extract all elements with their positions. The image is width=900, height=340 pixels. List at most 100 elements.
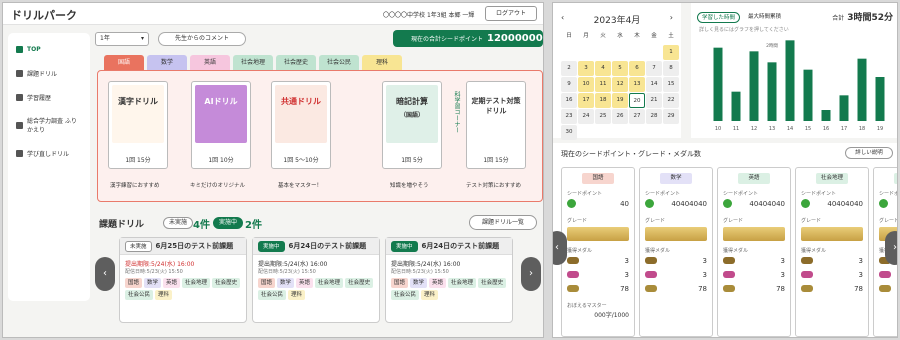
calendar-day[interactable]: 20 (629, 93, 645, 108)
calendar-day[interactable]: 7 (646, 61, 662, 76)
seed-icon (879, 199, 888, 208)
next-arrow-icon[interactable]: › (885, 231, 897, 265)
sidebar-item-relearn[interactable]: 学び直しドリル (8, 141, 90, 165)
tab-eigo[interactable]: 英語 (190, 55, 230, 70)
calendar-day[interactable]: 8 (663, 61, 679, 76)
calendar-day[interactable]: 4 (595, 61, 611, 76)
calendar-month: 2023年4月 (593, 16, 641, 26)
calendar-day[interactable]: 17 (578, 93, 594, 108)
logout-button[interactable]: ログアウト (485, 6, 537, 21)
chart-bar[interactable] (839, 95, 849, 121)
calendar-day[interactable]: 3 (578, 61, 594, 76)
calendar-day[interactable]: 18 (595, 93, 611, 108)
chart-tick-label: 15 (805, 126, 811, 132)
calendar-day[interactable]: 2 (561, 61, 577, 76)
medal-count: 3 (796, 254, 868, 268)
sidebar-item-history[interactable]: 学習履歴 (8, 85, 90, 109)
history-icon (16, 93, 23, 101)
tab-rika[interactable]: 理科 (362, 55, 402, 70)
chart-tick-label: 19 (877, 126, 883, 132)
tab-komin[interactable]: 社会公民 (319, 55, 359, 70)
teacher-comment-button[interactable]: 先生からのコメント (158, 32, 246, 46)
chart-bar[interactable] (803, 69, 813, 121)
calendar-day[interactable]: 5 (612, 61, 628, 76)
more-info-button[interactable]: 詳しい説明 (845, 147, 893, 159)
weekday-label: 火 (600, 33, 606, 39)
calendar-day[interactable]: 12 (612, 77, 628, 92)
tab-chiri[interactable]: 社会地理 (233, 55, 273, 70)
next-arrow-icon[interactable]: › (521, 257, 541, 291)
grade-label: グレード (801, 218, 822, 224)
calendar-day[interactable]: 1 (663, 45, 679, 60)
calendar-day[interactable]: 27 (629, 109, 645, 124)
kadai-card[interactable]: 未実施 6月25日のテスト前課題 提出期限:5/24(水) 16:00 配信日時:… (119, 237, 247, 323)
chart-tick-label: 13 (769, 126, 775, 132)
seed-label: シードポイント (567, 191, 603, 197)
medal-icon (723, 271, 735, 278)
seed-value: 40404040 (718, 197, 790, 211)
medal-panel: 現在のシードポイント・グレード・メダル数 詳しい説明 国語 シードポイント 40… (553, 143, 897, 337)
seed-label: シードポイント (723, 191, 759, 197)
calendar-day[interactable]: 25 (595, 109, 611, 124)
calendar-day[interactable]: 6 (629, 61, 645, 76)
medal-icon (801, 285, 813, 292)
sidebar-item-review[interactable]: 総合学力調査 ふりかえり (8, 109, 90, 141)
study-time-chart[interactable]: 10 11 12 13 14 15 16 17 18 19 2時間 (691, 3, 898, 138)
calendar-day[interactable]: 13 (629, 77, 645, 92)
study-time-panel: 学習した時間 最大時間累積 合計 3時間52分 詳しく見るにはグラフを押してくださ… (691, 3, 898, 138)
drill-card-kanji[interactable]: 漢字ドリル 1回 15分 (108, 81, 168, 169)
chart-bar[interactable] (731, 91, 741, 121)
calendar-day[interactable]: 11 (595, 77, 611, 92)
seed-icon (723, 199, 732, 208)
sidebar-item-top[interactable]: TOP (8, 37, 90, 61)
tab-kokugo[interactable]: 国語 (104, 55, 144, 70)
calendar-day[interactable]: 19 (612, 93, 628, 108)
medal-count (874, 268, 897, 282)
calendar-day[interactable]: 22 (663, 93, 679, 108)
prev-arrow-icon[interactable]: ‹ (553, 231, 567, 265)
medal-count: 78 (718, 282, 790, 296)
subject-badge: 社会地理 (816, 173, 848, 184)
calendar-day (646, 45, 662, 60)
sidebar-item-kadai[interactable]: 課題ドリル (8, 61, 90, 85)
weekday-label: 土 (668, 33, 674, 39)
tab-sugaku[interactable]: 数学 (147, 55, 187, 70)
prev-month-icon[interactable]: ‹ (561, 13, 564, 22)
chart-bar[interactable] (821, 110, 831, 121)
calendar-day[interactable]: 9 (561, 77, 577, 92)
chart-bar[interactable] (713, 47, 723, 121)
calendar-day[interactable]: 21 (646, 93, 662, 108)
kadai-list-button[interactable]: 課題ドリル一覧 (469, 215, 537, 230)
drill-card-teiki[interactable]: 定期テスト対策ドリル 1回 15分 (466, 81, 526, 169)
master-label: おぼえるマスター (567, 303, 607, 309)
chart-bar[interactable] (749, 51, 759, 122)
calendar-day[interactable]: 24 (578, 109, 594, 124)
next-month-icon[interactable]: › (670, 13, 673, 22)
calendar-day[interactable]: 30 (561, 125, 577, 140)
seed-points-banner[interactable]: 現在の合計シードポイント 12000000 (393, 30, 543, 47)
calendar-day[interactable]: 14 (646, 77, 662, 92)
calendar-day[interactable]: 26 (612, 109, 628, 124)
chart-bar[interactable] (767, 62, 777, 121)
kadai-card[interactable]: 実施中 6月24日のテスト前課題 提出期限:5/24(水) 16:00 配信日時:… (252, 237, 380, 323)
calendar-day[interactable]: 23 (561, 109, 577, 124)
chart-bar[interactable] (857, 58, 867, 121)
calendar-day[interactable]: 10 (578, 77, 594, 92)
calendar-day[interactable]: 29 (663, 109, 679, 124)
calendar-day[interactable]: 16 (561, 93, 577, 108)
drill-card-anki[interactable]: 暗記計算 （国語） 1回 5分 (382, 81, 442, 169)
calendar-day[interactable]: 15 (663, 77, 679, 92)
calendar-day[interactable]: 28 (646, 109, 662, 124)
grade-select[interactable]: 1年 ▾ (95, 32, 149, 46)
chart-bar[interactable] (875, 77, 885, 121)
prev-arrow-icon[interactable]: ‹ (95, 257, 115, 291)
chart-bar[interactable] (785, 40, 795, 122)
grade-plate (801, 227, 863, 241)
drill-card-ai[interactable]: AIドリル 1回 10分 (191, 81, 251, 169)
medal-icon (801, 257, 813, 264)
kadai-card[interactable]: 実施中 6月24日のテスト前課題 提出期限:5/24(水) 16:00 配信日時:… (385, 237, 513, 323)
calendar-day (629, 45, 645, 60)
drill-caption: 漢字練習におすすめ (110, 183, 160, 189)
drill-card-kyotsu[interactable]: 共通ドリル 1回 5〜10分 (271, 81, 331, 169)
tab-rekishi[interactable]: 社会歴史 (276, 55, 316, 70)
